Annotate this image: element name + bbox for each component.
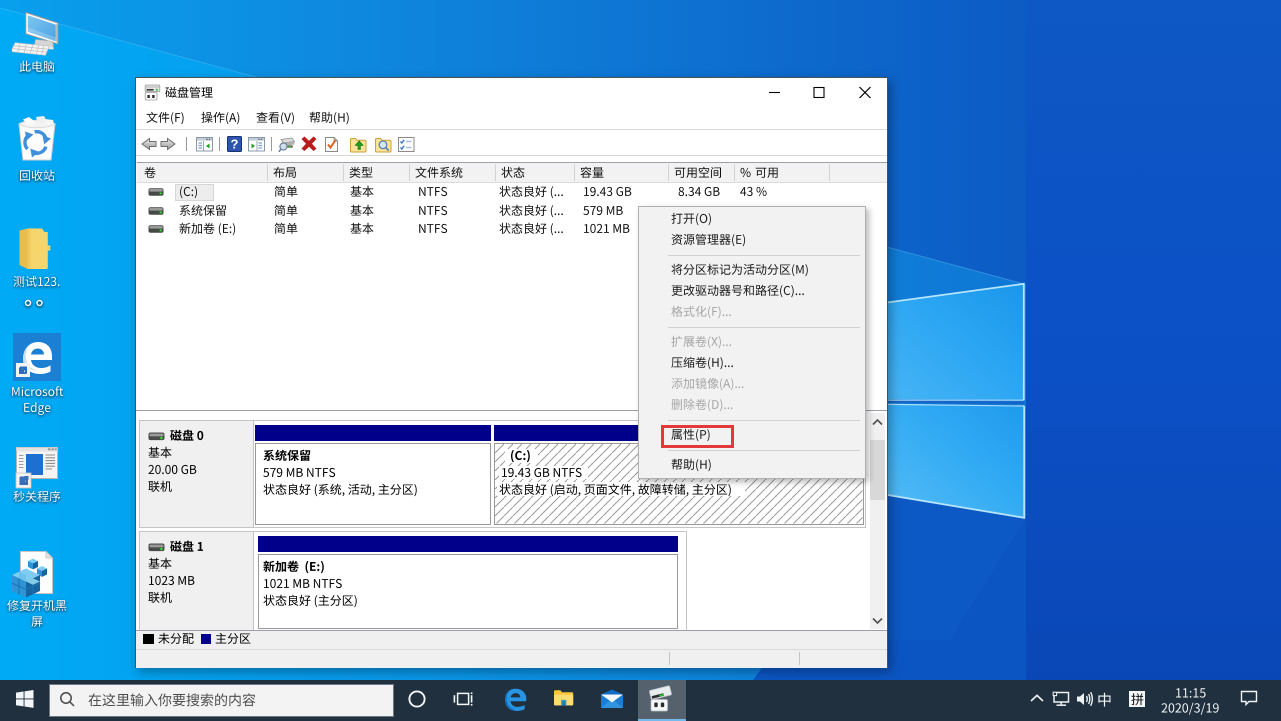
svg-text:?: ? bbox=[231, 137, 239, 152]
